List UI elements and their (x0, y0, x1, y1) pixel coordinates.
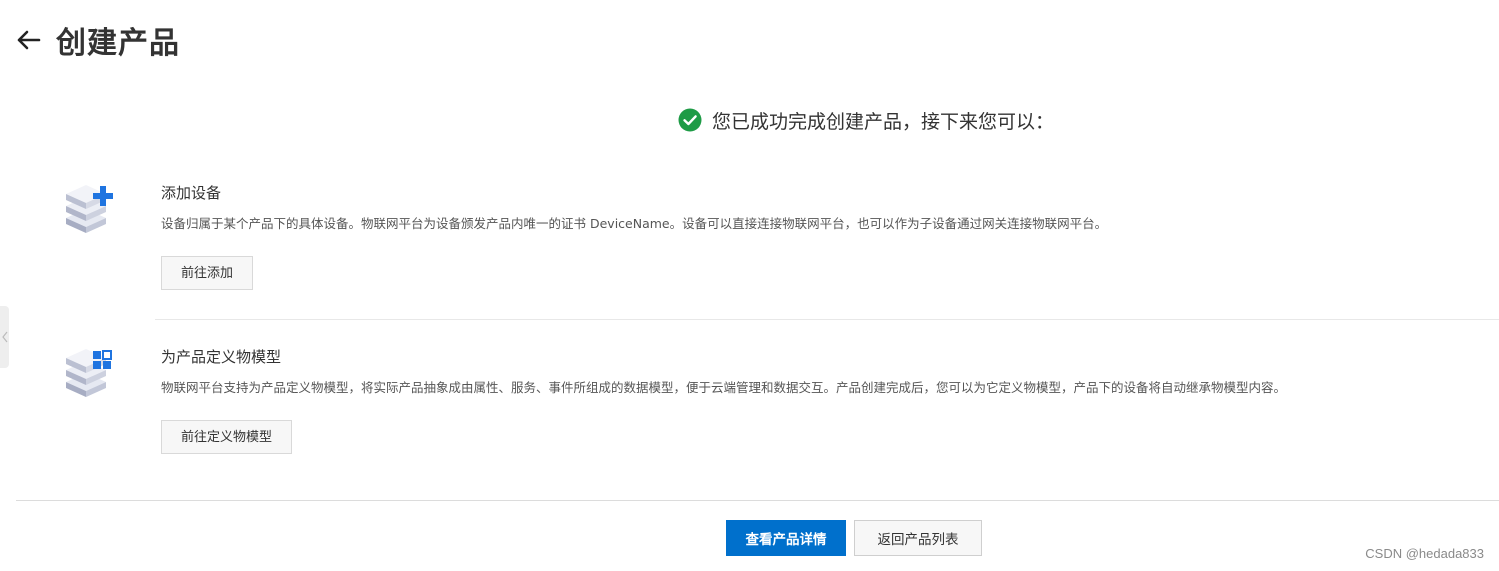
success-text: 您已成功完成创建产品，接下来您可以： (712, 110, 1055, 133)
footer-actions: 查看产品详情 返回产品列表 (726, 520, 982, 556)
check-circle-icon (678, 108, 702, 132)
arrow-left-icon (17, 30, 41, 50)
section-description: 设备归属于某个产品下的具体设备。物联网平台为设备颁发产品内唯一的证书 Devic… (161, 216, 1108, 231)
sidebar-collapse-handle[interactable] (0, 306, 9, 368)
page-title: 创建产品 (56, 26, 180, 61)
page-header: 创建产品 (14, 18, 180, 62)
back-button[interactable] (14, 25, 44, 55)
add-device-body: 添加设备 设备归属于某个产品下的具体设备。物联网平台为设备颁发产品内唯一的证书 … (161, 182, 1108, 290)
cube-stack-plus-icon (64, 182, 116, 236)
define-model-body: 为产品定义物模型 物联网平台支持为产品定义物模型，将实际产品抽象成由属性、服务、… (161, 346, 1287, 454)
chevron-left-icon (1, 331, 7, 343)
section-title: 为产品定义物模型 (161, 348, 282, 366)
go-add-device-button[interactable]: 前往添加 (161, 256, 254, 290)
define-model-section: 为产品定义物模型 物联网平台支持为产品定义物模型，将实际产品抽象成由属性、服务、… (64, 346, 1484, 461)
section-title: 添加设备 (161, 184, 222, 202)
go-define-model-button[interactable]: 前往定义物模型 (161, 420, 293, 454)
success-message: 您已成功完成创建产品，接下来您可以： (678, 106, 1054, 134)
footer-divider (16, 500, 1499, 501)
back-to-product-list-button[interactable]: 返回产品列表 (854, 520, 982, 556)
section-divider (155, 319, 1499, 320)
view-product-details-button[interactable]: 查看产品详情 (726, 520, 846, 556)
add-device-section: 添加设备 设备归属于某个产品下的具体设备。物联网平台为设备颁发产品内唯一的证书 … (64, 182, 1484, 297)
watermark: CSDN @hedada833 (1365, 546, 1484, 561)
section-description: 物联网平台支持为产品定义物模型，将实际产品抽象成由属性、服务、事件所组成的数据模… (161, 380, 1287, 395)
cube-stack-grid-icon (64, 346, 116, 400)
